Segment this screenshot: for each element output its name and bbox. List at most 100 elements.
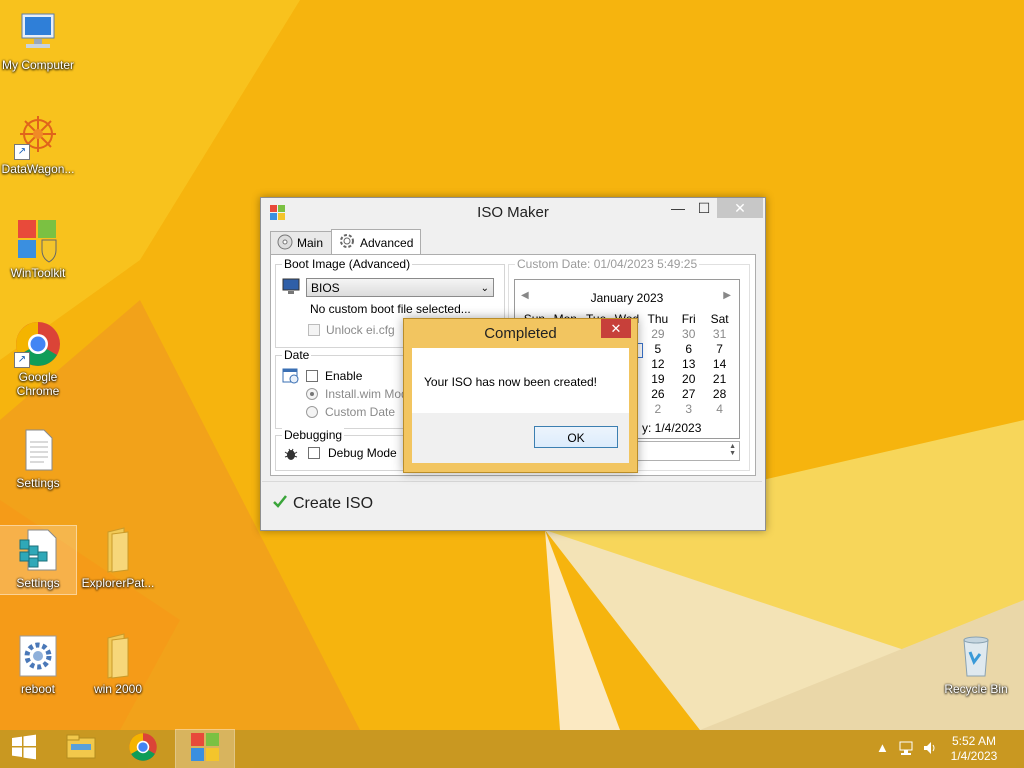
calendar-day[interactable]: 13 [673,357,704,372]
windows-logo-icon [11,734,37,765]
install-wim-radio[interactable] [306,388,318,400]
next-month-icon[interactable]: ▶ [723,290,731,301]
desktop-icon-datawagon[interactable]: ↗ DataWagon... [0,112,76,176]
maximize-button[interactable]: ☐ [691,198,717,218]
calendar-day[interactable]: 2 [642,402,673,417]
calendar-day[interactable]: 30 [673,327,704,342]
calendar-clock-icon [282,367,300,390]
taskbar-iso-maker[interactable] [175,729,235,768]
custom-date-radio[interactable] [306,406,318,418]
tab-advanced-label: Advanced [360,235,414,250]
dialog-close-button[interactable]: ✕ [601,319,631,338]
calendar-day[interactable]: 20 [673,372,704,387]
create-iso-label: Create ISO [293,494,374,512]
debug-mode-checkbox[interactable] [308,447,320,459]
taskbar-file-explorer[interactable] [52,730,110,768]
desktop-icon-label: reboot [20,682,56,696]
desktop-icon-label: My Computer [1,58,75,72]
close-button[interactable]: ✕ [717,198,763,218]
desktop-icon-win2000[interactable]: win 2000 [80,632,156,696]
desktop-icon-wintoolkit[interactable]: WinToolkit [0,216,76,280]
desktop-icon-label: Settings [16,476,60,490]
calendar-day[interactable]: 19 [642,372,673,387]
bug-icon [284,447,298,466]
tab-main-label: Main [297,236,324,250]
desktop-icon-google-chrome[interactable]: ↗ Google Chrome [0,320,76,398]
calendar-month-label: January 2023 [590,291,664,305]
weekday-label: Fri [681,312,696,326]
unlock-ei-label: Unlock ei.cfg [326,323,395,337]
shortcut-arrow-icon: ↗ [14,352,30,368]
dialog-footer: OK [412,413,629,463]
date-enable-label: Enable [325,369,363,383]
network-icon[interactable] [898,740,914,759]
monitor-icon [282,277,300,300]
calendar-day[interactable]: 3 [673,402,704,417]
calendar-day[interactable]: 5 [642,342,673,357]
shortcut-arrow-icon: ↗ [14,144,30,160]
calendar-day[interactable]: 21 [704,372,735,387]
date-enable-checkbox[interactable] [306,370,318,382]
calendar-day[interactable]: 12 [642,357,673,372]
file-explorer-icon [65,732,97,767]
boot-type-value: BIOS [311,281,340,295]
ok-button[interactable]: OK [534,426,618,448]
recycle-bin-icon [952,632,1000,680]
folder-icon [94,632,142,680]
spinner-arrows-icon[interactable]: ▲ ▼ [729,443,736,457]
desktop-icon-settings-registry[interactable]: Settings [0,525,77,595]
iso-maker-icon [190,732,220,767]
unlock-ei-checkbox[interactable] [308,324,320,336]
debug-mode-label: Debug Mode [328,446,397,460]
folder-icon [94,526,142,574]
calendar-today-label[interactable]: y: 1/4/2023 [642,421,701,435]
calendar-day[interactable]: 28 [704,387,735,402]
clock-date: 1/4/2023 [950,749,998,763]
calendar-day[interactable]: 7 [704,342,735,357]
desktop-icon-settings-file[interactable]: Settings [0,426,76,490]
registry-editor-icon [14,526,62,574]
taskbar: ▲ 5:52 AM 1/4/2023 [0,729,1024,768]
window-titlebar[interactable]: ISO Maker — ☐ ✕ [261,198,765,226]
datawagon-star-icon: ↗ [14,112,62,160]
desktop-icon-reboot[interactable]: reboot [0,632,76,696]
gear-icon [14,632,62,680]
create-iso-button[interactable]: Create ISO [272,493,373,514]
tray-overflow-icon[interactable]: ▲ [876,740,889,755]
calendar-day[interactable]: 14 [704,357,735,372]
calendar-day[interactable]: 31 [704,327,735,342]
dialog-message: Your ISO has now been created! [424,375,598,389]
custom-date-label: Custom Date [325,405,396,419]
chevron-down-icon: ⌄ [480,283,489,294]
desktop-icon-label: ExplorerPat... [81,576,155,590]
custom-date-legend: Custom Date: 01/04/2023 5:49:25 [515,257,700,271]
volume-icon[interactable] [922,740,938,759]
clock-time: 5:52 AM [951,734,997,748]
desktop-icon-recycle-bin[interactable]: Recycle Bin [938,632,1014,696]
date-legend: Date [282,348,312,362]
computer-icon [14,8,62,56]
desktop-icon-label: WinToolkit [10,266,66,280]
taskbar-chrome[interactable] [114,730,172,768]
tab-advanced[interactable]: Advanced [331,229,421,255]
desktop-icon-my-computer[interactable]: My Computer [0,8,76,72]
calendar-day[interactable]: 6 [673,342,704,357]
text-file-icon [14,426,62,474]
calendar-day[interactable]: 27 [673,387,704,402]
chrome-icon: ↗ [14,320,62,368]
desktop-icon-label: DataWagon... [1,162,75,176]
weekday-label: Thu [647,312,669,326]
desktop-icon-label: Google Chrome [16,370,60,398]
tab-main[interactable]: Main [270,231,332,254]
chrome-icon [128,732,158,767]
calendar-day[interactable]: 26 [642,387,673,402]
completed-dialog: Completed ✕ Your ISO has now been create… [403,318,638,473]
desktop-icon-explorerpatcher[interactable]: ExplorerPat... [80,526,156,590]
taskbar-clock[interactable]: 5:52 AM 1/4/2023 [944,734,1004,764]
calendar-day[interactable]: 29 [642,327,673,342]
start-button[interactable] [0,730,48,768]
weekday-label: Sat [710,312,729,326]
minimize-button[interactable]: — [665,198,691,218]
calendar-day[interactable]: 4 [704,402,735,417]
boot-type-select[interactable]: BIOS ⌄ [306,278,494,297]
